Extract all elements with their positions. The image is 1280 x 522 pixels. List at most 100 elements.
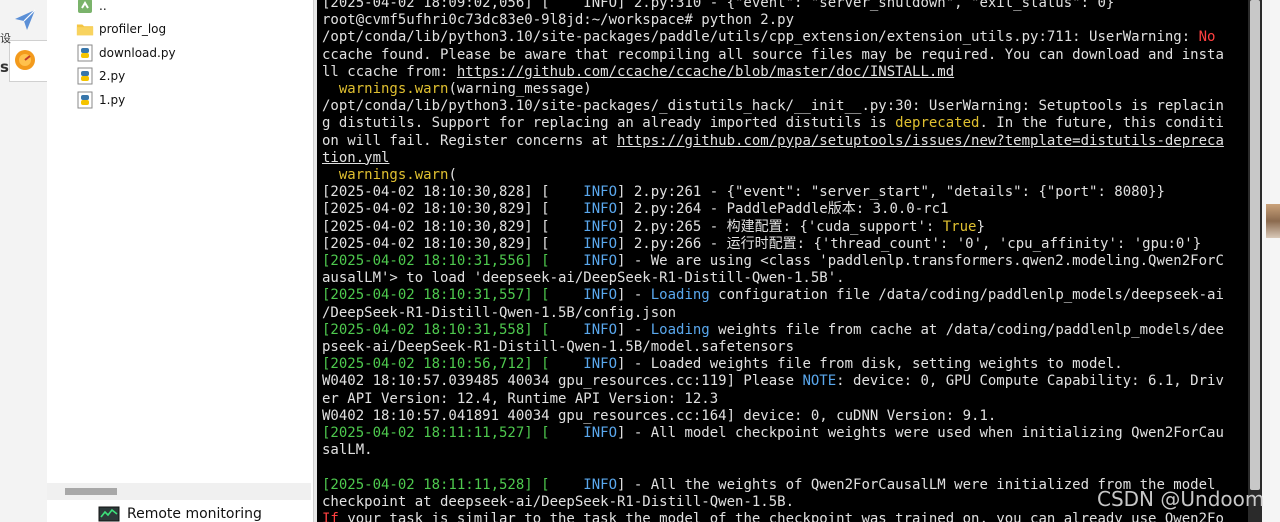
terminal-text: ll ccache from: <box>322 63 457 80</box>
terminal-text: [2025-04-02 18:10:56,712] [ <box>322 356 550 373</box>
terminal-text: W0402 18:10:57.039485 40034 gpu_resource… <box>322 373 803 390</box>
terminal-text: [2025-04-02 18:10:31,557] [ <box>322 287 550 304</box>
tree-item-label: 2.py <box>99 69 126 83</box>
thumbnail-image <box>1266 204 1280 238</box>
terminal-text: [2025-04-02 18:10:30,828] [ <box>322 184 584 201</box>
terminal-text: [2025-04-02 18:10:30,829] [ <box>322 218 584 235</box>
terminal-output[interactable]: [2025-04-02 18:09:02,056] [ INFO] 2.py:3… <box>317 0 1248 522</box>
tree-item-folder[interactable]: profiler_log <box>76 19 166 39</box>
terminal-line: ausalLM'> to load 'deepseek-ai/DeepSeek-… <box>322 270 1224 287</box>
terminal-text: weights file from cache at /data/coding/… <box>709 321 1224 338</box>
terminal-text: . In the future, this conditi <box>979 115 1224 132</box>
terminal-text: er API Version: 12.4, Runtime API Versio… <box>322 390 719 407</box>
remote-monitoring-item[interactable]: Remote monitoring <box>98 506 262 522</box>
terminal-line: [2025-04-02 18:10:30,828] [ INFO] 2.py:2… <box>322 184 1224 201</box>
monitor-gauge-icon[interactable] <box>10 44 40 76</box>
terminal-text: ] - <box>617 321 651 338</box>
terminal-line: checkpoint at deepseek-ai/DeepSeek-R1-Di… <box>322 494 1224 511</box>
terminal-line: ccache found. Please be aware that recom… <box>322 47 1224 64</box>
terminal-text: deprecated <box>895 115 980 132</box>
terminal-line: warnings.warn(warning_message) <box>322 81 1224 98</box>
terminal-text: } <box>976 218 985 235</box>
terminal-text: [2025-04-02 18:11:11,528] [ <box>322 476 550 493</box>
terminal-line: [2025-04-02 18:10:31,556] [ INFO] - We a… <box>322 253 1224 270</box>
terminal-line: warnings.warn( <box>322 167 1224 184</box>
sidebar-glyph: 设 <box>0 32 11 45</box>
terminal-text: /opt/conda/lib/python3.10/site-packages/… <box>322 29 1199 46</box>
terminal-text: INFO <box>583 201 618 218</box>
terminal-text: INFO <box>583 235 618 252</box>
terminal-text: ] - Loaded weights file from disk, setti… <box>617 356 1123 373</box>
terminal-text: https://github.com/ccache/ccache/blob/ma… <box>456 63 955 80</box>
terminal-text: ] 2.py:264 - PaddlePaddle版本: 3.0.0-rc1 <box>617 201 949 218</box>
terminal-text: W0402 18:10:57.041891 40034 gpu_resource… <box>322 407 997 424</box>
terminal-text: [2025-04-02 18:10:30,829] [ <box>322 235 584 252</box>
terminal-text: INFO <box>583 425 618 442</box>
terminal-text: salLM. <box>322 442 373 459</box>
tree-item-file[interactable]: 2.py <box>76 66 125 86</box>
terminal-text: Loading <box>650 287 710 304</box>
terminal-line: root@cvmf5ufhri0c73dc83e0-9l8jd:~/worksp… <box>322 12 1224 29</box>
parent-folder-icon <box>76 0 94 15</box>
watermark: CSDN @Undoom <box>1097 487 1265 511</box>
terminal-text: your task is similar to the task the mod… <box>338 511 1224 522</box>
terminal-text: https://github.com/pypa/setuptools/issue… <box>617 132 1224 149</box>
terminal-text: : device: 0, GPU Compute Capability: 6.1… <box>836 373 1224 390</box>
terminal-text: (warning_message) <box>448 81 592 98</box>
terminal-line: [2025-04-02 18:10:56,712] [ INFO] - Load… <box>322 356 1224 373</box>
terminal-text: on will fail. Register concerns at <box>322 132 618 149</box>
terminal-line: [2025-04-02 18:09:02,056] [ INFO] 2.py:3… <box>322 0 1224 12</box>
terminal-text: ] - We are using <class 'paddlenlp.trans… <box>617 253 1224 270</box>
terminal-text: /DeepSeek-R1-Distill-Qwen-1.5B/config.js… <box>322 304 677 321</box>
terminal-line: [2025-04-02 18:10:30,829] [ INFO] 2.py:2… <box>322 236 1224 253</box>
terminal-line: tion.yml <box>322 150 1224 167</box>
terminal-line: g distutils. Support for replacing an al… <box>322 115 1224 132</box>
terminal-text: g distutils. Support for replacing an al… <box>322 115 896 132</box>
terminal-text: [2025-04-02 18:09:02,056] [ INFO] 2.py:3… <box>322 0 1115 11</box>
file-tree-horizontal-scrollbar[interactable] <box>47 483 311 500</box>
scrollbar-thumb[interactable] <box>65 488 117 495</box>
tree-item-label: .. <box>99 0 107 13</box>
sidebar-glyph: s <box>0 58 9 76</box>
terminal-text: ] 2.py:266 - 运行时配置: {'thread_count': '0'… <box>617 235 1202 252</box>
terminal-text: INFO <box>583 476 618 493</box>
tree-item-file[interactable]: 1.py <box>76 90 125 110</box>
activity-bar: 设 s <box>0 0 48 522</box>
terminal-text: [2025-04-02 18:11:11,527] [ <box>322 425 550 442</box>
terminal-line: [2025-04-02 18:10:30,829] [ INFO] 2.py:2… <box>322 201 1224 218</box>
terminal-text: INFO <box>583 218 618 235</box>
terminal-text: Loading <box>650 321 710 338</box>
terminal-text: ausalLM'> to load 'deepseek-ai/DeepSeek-… <box>322 270 845 287</box>
terminal-text: INFO <box>583 184 618 201</box>
terminal-text: If <box>322 511 339 522</box>
terminal-line: /opt/conda/lib/python3.10/site-packages/… <box>322 98 1224 115</box>
terminal-line: [2025-04-02 18:11:11,528] [ INFO] - All … <box>322 477 1224 494</box>
terminal-text: ] - <box>617 287 651 304</box>
terminal-vertical-scrollbar[interactable] <box>1248 0 1262 522</box>
terminal-text: INFO <box>583 287 618 304</box>
terminal-line: If your task is similar to the task the … <box>322 511 1224 522</box>
tree-item-file[interactable]: download.py <box>76 43 176 63</box>
terminal-text: ] - All model checkpoint weights were us… <box>617 425 1224 442</box>
terminal-line: /opt/conda/lib/python3.10/site-packages/… <box>322 29 1224 46</box>
terminal-text: INFO <box>583 356 618 373</box>
terminal-text: root@cvmf5ufhri0c73dc83e0-9l8jd:~/worksp… <box>322 12 795 29</box>
terminal-line: [2025-04-02 18:10:30,829] [ INFO] 2.py:2… <box>322 219 1224 236</box>
terminal-line: /DeepSeek-R1-Distill-Qwen-1.5B/config.js… <box>322 305 1224 322</box>
send-icon[interactable] <box>10 4 40 36</box>
terminal-text: No <box>1198 29 1216 46</box>
terminal-text: pseek-ai/DeepSeek-R1-Distill-Qwen-1.5B/m… <box>322 339 795 356</box>
tree-item-parent[interactable]: .. <box>76 0 107 16</box>
remote-monitoring-label: Remote monitoring <box>127 506 262 522</box>
tree-item-label: profiler_log <box>99 22 167 36</box>
terminal-line: W0402 18:10:57.041891 40034 gpu_resource… <box>322 408 1224 425</box>
scrollbar-thumb[interactable] <box>1250 0 1260 490</box>
